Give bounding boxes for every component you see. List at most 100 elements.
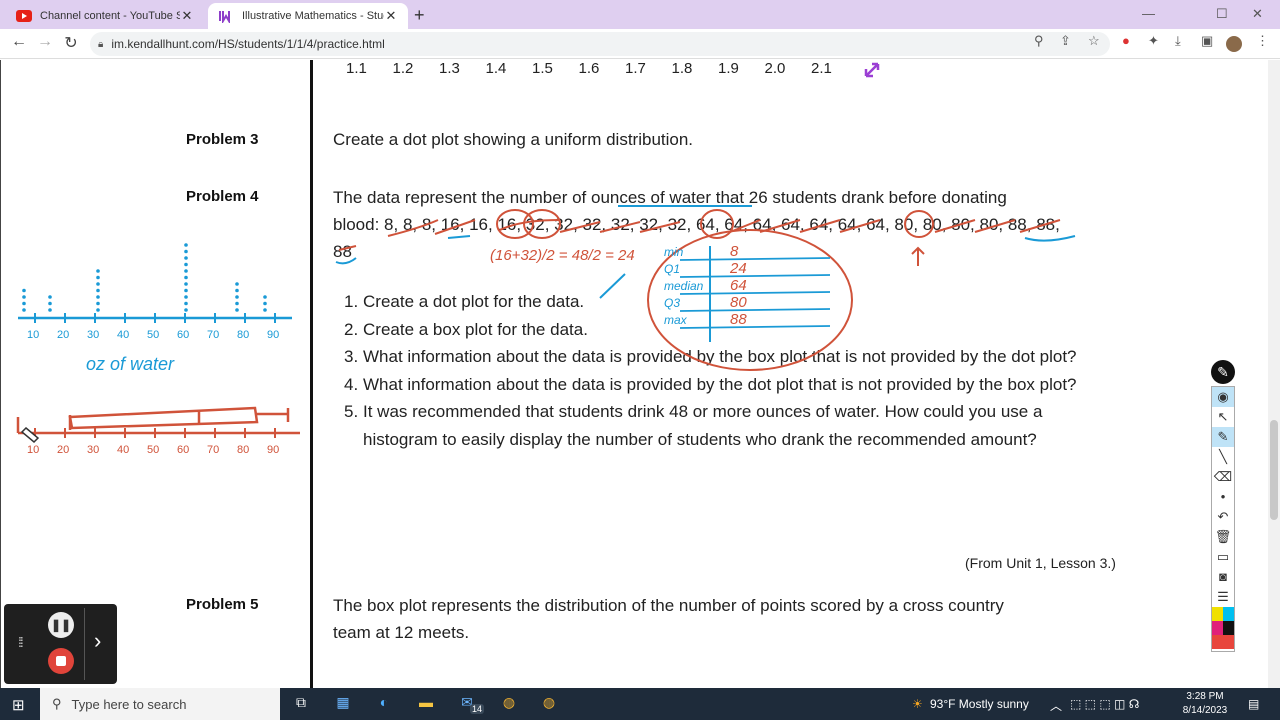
tick-label: 60 — [177, 329, 189, 341]
tick-label: 30 — [87, 329, 99, 341]
handdrawn-dot-plot: 10 20 30 40 50 60 70 80 90 oz of water — [18, 243, 292, 374]
page-scrollbar[interactable] — [1268, 60, 1280, 688]
back-icon[interactable]: ← — [8, 33, 30, 51]
tick-label: 70 — [207, 329, 219, 341]
clipboard-icon[interactable]: ☰ — [1212, 587, 1234, 607]
tick-label: 40 — [117, 329, 129, 341]
dot-plot-dot — [235, 295, 239, 299]
summary-value: 24 — [729, 260, 747, 277]
eye-icon[interactable]: ◉ — [1212, 387, 1234, 407]
drag-handle-icon[interactable]: ⁞⁞ — [18, 634, 24, 650]
menu-kebab-icon[interactable]: ⋮ — [1256, 33, 1269, 49]
dot-plot-dot — [263, 308, 267, 312]
handdrawn-box-plot: 10 20 30 40 50 60 70 80 90 — [16, 406, 300, 456]
extensions-puzzle-icon[interactable]: ✦ — [1148, 33, 1159, 49]
tick-label: 60 — [177, 444, 189, 456]
tab-title: Channel content - YouTube Studio — [40, 10, 180, 22]
bookmark-star-icon[interactable]: ☆ — [1088, 33, 1100, 49]
tray-icons[interactable]: ⬚ ⬚ ⬚ ◫ ☊ — [1070, 697, 1139, 711]
tick-label: 80 — [237, 444, 249, 456]
trash-icon[interactable]: 🗑︎ — [1212, 527, 1234, 547]
maximize-icon[interactable]: ☐ — [1216, 6, 1228, 22]
whiteboard-icon[interactable]: ▭ — [1212, 547, 1234, 567]
forward-icon[interactable]: → — [34, 33, 56, 51]
summary-row-line — [679, 308, 831, 312]
dot-plot-dot — [263, 295, 267, 299]
close-tab-icon[interactable]: ✕ — [384, 8, 398, 24]
dot-plot-dot — [184, 256, 188, 260]
task-view-icon[interactable]: ⧉ — [290, 694, 312, 714]
color-swatch-red[interactable] — [1212, 635, 1234, 649]
chrome-profile-icon[interactable]: ◍ — [498, 694, 520, 714]
tick-label: 50 — [147, 329, 159, 341]
tick-label: 80 — [237, 329, 249, 341]
weather-icon[interactable]: ☀ — [912, 697, 923, 711]
dot-plot-dot — [48, 308, 52, 312]
summary-value: 8 — [730, 243, 739, 260]
eraser-icon[interactable]: ⌫ — [1212, 467, 1234, 487]
weather-text[interactable]: 93°F Mostly sunny — [930, 697, 1029, 711]
camera-icon[interactable]: ◙ — [1212, 567, 1234, 587]
tray-chevron-icon[interactable]: ︿ — [1050, 697, 1062, 714]
pause-button[interactable]: ❚❚ — [48, 612, 74, 638]
dot-plot-dot — [263, 301, 267, 306]
page-content: 1.1 1.2 1.3 1.4 1.5 1.6 1.7 1.8 1.9 2.0 2.1 Proble… — [0, 60, 1268, 688]
tick-label: 10 — [27, 444, 39, 456]
tick-label: 70 — [207, 444, 219, 456]
edge-icon[interactable]: ◐ — [373, 694, 395, 714]
dot-plot-dot — [96, 308, 100, 312]
minimize-icon[interactable]: — — [1142, 6, 1155, 21]
mail-badge: 14 — [470, 704, 485, 714]
reload-icon[interactable]: ↻ — [60, 33, 82, 53]
pen-icon[interactable]: ✎ — [1212, 427, 1234, 447]
line-icon[interactable]: ╲ — [1212, 447, 1234, 467]
file-explorer-icon[interactable]: ▬ — [415, 694, 437, 714]
sidepanel-icon[interactable]: ▣ — [1201, 33, 1213, 49]
new-tab-button[interactable]: + — [414, 5, 425, 26]
stop-button[interactable] — [48, 648, 74, 674]
tab-title: Illustrative Mathematics - Student — [242, 10, 384, 22]
youtube-icon — [16, 10, 32, 22]
search-placeholder: Type here to search — [71, 696, 187, 712]
cursor-icon[interactable]: ↖ — [1212, 407, 1234, 427]
zoom-icon[interactable]: ⚲ — [1034, 33, 1044, 49]
box-plot-box — [68, 406, 259, 430]
resize-cursor-icon — [864, 62, 880, 78]
profile-avatar[interactable] — [1226, 36, 1242, 52]
notification-icon[interactable]: ▤ — [1248, 697, 1259, 711]
tick-label: 30 — [87, 444, 99, 456]
windows-start-icon[interactable]: ⊞ — [12, 696, 25, 714]
annotation-app-logo[interactable]: ✎ — [1211, 360, 1235, 384]
dot-size-icon[interactable]: • — [1212, 487, 1234, 507]
summary-row-line — [679, 274, 831, 278]
ink-layer: 10 20 30 40 50 60 70 80 90 oz of water 10 20 30 40 5… — [16, 62, 1076, 456]
address-bar[interactable]: 🔒︎ im.kendallhunt.com/HS/students/1/1/4/… — [90, 32, 1110, 56]
share-icon[interactable]: ⇪ — [1060, 33, 1071, 49]
chrome-icon[interactable]: ◍ — [538, 694, 560, 714]
close-tab-icon[interactable]: ✕ — [180, 8, 194, 24]
dot-plot-dot — [96, 275, 100, 280]
tab-youtube-studio[interactable]: Channel content - YouTube Studio ✕ — [6, 3, 204, 29]
dot-plot-dot — [22, 301, 26, 306]
download-icon[interactable]: ⤓ — [1175, 33, 1181, 49]
dot-plot-dot — [235, 288, 239, 293]
url-text: im.kendallhunt.com/HS/students/1/1/4/pra… — [111, 37, 385, 51]
taskbar-clock[interactable]: 3:28 PM 8/14/2023 — [1180, 690, 1230, 718]
tick-label: 40 — [117, 444, 129, 456]
close-window-icon[interactable]: ✕ — [1252, 6, 1263, 22]
dot-plot-dot — [184, 282, 188, 286]
dot-plot-dot — [48, 301, 52, 306]
color-swatch-pink-black[interactable] — [1212, 621, 1234, 635]
dot-plot-dot — [96, 295, 100, 299]
dot-plot-dot — [22, 308, 26, 312]
color-swatch-yellow-cyan[interactable] — [1212, 607, 1234, 621]
taskbar-search[interactable]: ⚲ Type here to search — [40, 688, 280, 720]
scrollbar-thumb[interactable] — [1270, 420, 1278, 520]
chevron-right-icon[interactable]: › — [94, 628, 101, 654]
undo-icon[interactable]: ↶ — [1212, 507, 1234, 527]
windows-store-icon[interactable]: ▦ — [332, 694, 354, 714]
summary-label: median — [664, 279, 704, 293]
extension-record-icon[interactable]: ● — [1122, 33, 1130, 48]
tab-illustrative-mathematics[interactable]: Illustrative Mathematics - Student ✕ — [208, 3, 408, 29]
windows-taskbar: ⊞ ⚲ Type here to search ⧉ ▦ ◐ ▬ ✉ 14 ◍ ◍… — [0, 688, 1280, 720]
